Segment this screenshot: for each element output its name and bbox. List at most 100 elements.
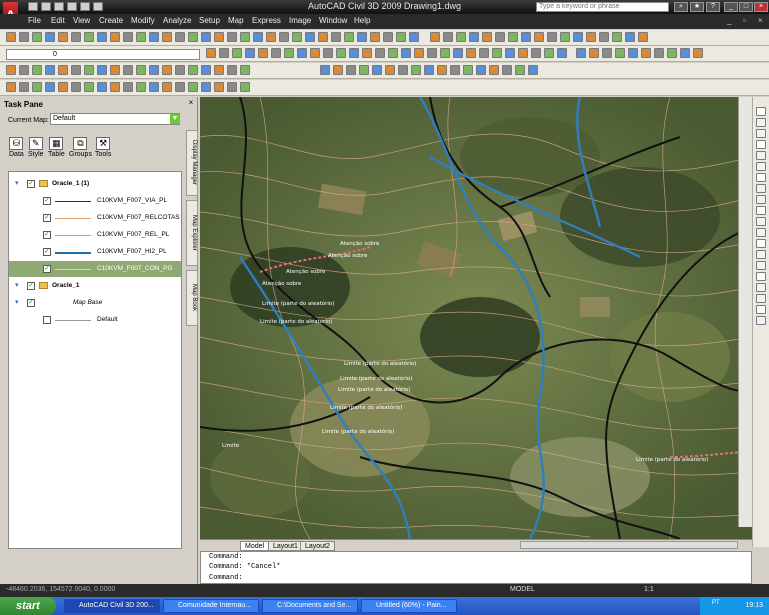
- modify-tool-0-icon[interactable]: [756, 107, 766, 116]
- standard-tool-13-icon[interactable]: [175, 32, 185, 42]
- layers-tool-b-9-icon[interactable]: [693, 48, 703, 58]
- tree-layer[interactable]: ✓ C10KVM_F007_VIA_PL: [9, 193, 181, 209]
- tree-group[interactable]: ▾ ✓ Oracle_1: [9, 278, 181, 294]
- horizontal-scrollbar[interactable]: [520, 541, 738, 549]
- map-tool-5-icon[interactable]: [71, 65, 81, 75]
- standard-tool-21-icon[interactable]: [279, 32, 289, 42]
- groups-button[interactable]: ⧉ Groups: [69, 137, 92, 158]
- standard-tool-b-5-icon[interactable]: [495, 32, 505, 42]
- draw-tool-1-icon[interactable]: [19, 82, 29, 92]
- map-tool-b-7-icon[interactable]: [411, 65, 421, 75]
- taskbar-item-paint[interactable]: Untitled (60%) - Pain...: [361, 599, 457, 613]
- layers-tool-21-icon[interactable]: [479, 48, 489, 58]
- map-tool-13-icon[interactable]: [175, 65, 185, 75]
- tree-group[interactable]: ▾ ✓ Oracle_1 (1): [9, 176, 181, 192]
- draw-tool-10-icon[interactable]: [136, 82, 146, 92]
- draw-tool-14-icon[interactable]: [188, 82, 198, 92]
- standard-tool-b-8-icon[interactable]: [534, 32, 544, 42]
- map-tool-16-icon[interactable]: [214, 65, 224, 75]
- menu-analyze[interactable]: Analyze: [163, 16, 191, 25]
- standard-tool-b-13-icon[interactable]: [599, 32, 609, 42]
- layers-tool-8-icon[interactable]: [310, 48, 320, 58]
- draw-tool-6-icon[interactable]: [84, 82, 94, 92]
- tree-layer[interactable]: ✓ C10KVM_F007_REL_PL: [9, 227, 181, 243]
- modify-tool-19-icon[interactable]: [756, 316, 766, 325]
- modify-tool-11-icon[interactable]: [756, 228, 766, 237]
- doc-close-button[interactable]: ×: [758, 16, 763, 25]
- layers-tool-19-icon[interactable]: [453, 48, 463, 58]
- doc-minimize-button[interactable]: _: [727, 16, 731, 25]
- standard-tool-6-icon[interactable]: [84, 32, 94, 42]
- standard-tool-b-6-icon[interactable]: [508, 32, 518, 42]
- menu-file[interactable]: File: [28, 16, 41, 25]
- standard-tool-17-icon[interactable]: [227, 32, 237, 42]
- style-button[interactable]: ✎ Style: [28, 137, 44, 158]
- search-icon[interactable]: ⌕: [674, 2, 688, 12]
- draw-tool-7-icon[interactable]: [97, 82, 107, 92]
- standard-tool-2-icon[interactable]: [32, 32, 42, 42]
- map-tool-b-1-icon[interactable]: [333, 65, 343, 75]
- map-tool-b-12-icon[interactable]: [476, 65, 486, 75]
- layers-tool-16-icon[interactable]: [414, 48, 424, 58]
- map-tool-11-icon[interactable]: [149, 65, 159, 75]
- layers-tool-b-3-icon[interactable]: [615, 48, 625, 58]
- layers-tool-9-icon[interactable]: [323, 48, 333, 58]
- help-icon[interactable]: ?: [706, 2, 720, 12]
- standard-tool-16-icon[interactable]: [214, 32, 224, 42]
- menu-edit[interactable]: Edit: [51, 16, 65, 25]
- layers-tool-b-5-icon[interactable]: [641, 48, 651, 58]
- doc-restore-button[interactable]: ▫: [743, 16, 746, 25]
- modify-tool-1-icon[interactable]: [756, 118, 766, 127]
- map-tool-b-9-icon[interactable]: [437, 65, 447, 75]
- tools-button[interactable]: ⚒ Tools: [95, 137, 111, 158]
- layers-tool-0-icon[interactable]: [206, 48, 216, 58]
- layers-tool-b-8-icon[interactable]: [680, 48, 690, 58]
- layers-tool-1-icon[interactable]: [219, 48, 229, 58]
- layers-tool-27-icon[interactable]: [557, 48, 567, 58]
- layers-tool-5-icon[interactable]: [271, 48, 281, 58]
- standard-tool-b-11-icon[interactable]: [573, 32, 583, 42]
- layers-tool-10-icon[interactable]: [336, 48, 346, 58]
- modify-tool-8-icon[interactable]: [756, 195, 766, 204]
- visibility-checkbox[interactable]: ✓: [43, 197, 51, 205]
- expand-icon[interactable]: ▾: [15, 295, 19, 311]
- map-tool-b-3-icon[interactable]: [359, 65, 369, 75]
- menu-setup[interactable]: Setup: [199, 16, 220, 25]
- standard-tool-b-1-icon[interactable]: [443, 32, 453, 42]
- map-tool-14-icon[interactable]: [188, 65, 198, 75]
- standard-tool-b-7-icon[interactable]: [521, 32, 531, 42]
- map-tool-b-5-icon[interactable]: [385, 65, 395, 75]
- maximize-button[interactable]: □: [739, 2, 753, 12]
- menu-modify[interactable]: Modify: [131, 16, 155, 25]
- tab-map-book[interactable]: Map Book: [186, 270, 198, 326]
- tree-layer[interactable]: ✓ C10KVM_F007_HI2_PL: [9, 244, 181, 260]
- standard-tool-4-icon[interactable]: [58, 32, 68, 42]
- visibility-checkbox[interactable]: ✓: [27, 299, 35, 307]
- layer-combo[interactable]: 0: [6, 49, 200, 60]
- map-tool-6-icon[interactable]: [84, 65, 94, 75]
- visibility-checkbox[interactable]: ✓: [43, 214, 51, 222]
- map-tool-17-icon[interactable]: [227, 65, 237, 75]
- draw-tool-16-icon[interactable]: [214, 82, 224, 92]
- menu-help[interactable]: Help: [354, 16, 370, 25]
- draw-tool-9-icon[interactable]: [123, 82, 133, 92]
- menu-express[interactable]: Express: [252, 16, 281, 25]
- layers-tool-7-icon[interactable]: [297, 48, 307, 58]
- model-space-button[interactable]: MODEL: [510, 586, 535, 593]
- draw-tool-4-icon[interactable]: [58, 82, 68, 92]
- draw-tool-15-icon[interactable]: [201, 82, 211, 92]
- map-tool-b-16-icon[interactable]: [528, 65, 538, 75]
- modify-tool-4-icon[interactable]: [756, 151, 766, 160]
- layers-tool-20-icon[interactable]: [466, 48, 476, 58]
- draw-tool-8-icon[interactable]: [110, 82, 120, 92]
- layers-tool-15-icon[interactable]: [401, 48, 411, 58]
- standard-tool-20-icon[interactable]: [266, 32, 276, 42]
- draw-tool-5-icon[interactable]: [71, 82, 81, 92]
- layers-tool-24-icon[interactable]: [518, 48, 528, 58]
- menu-image[interactable]: Image: [289, 16, 311, 25]
- layers-tool-11-icon[interactable]: [349, 48, 359, 58]
- draw-tool-2-icon[interactable]: [32, 82, 42, 92]
- layers-tool-b-7-icon[interactable]: [667, 48, 677, 58]
- table-button[interactable]: ▦ Table: [48, 137, 65, 158]
- map-tool-15-icon[interactable]: [201, 65, 211, 75]
